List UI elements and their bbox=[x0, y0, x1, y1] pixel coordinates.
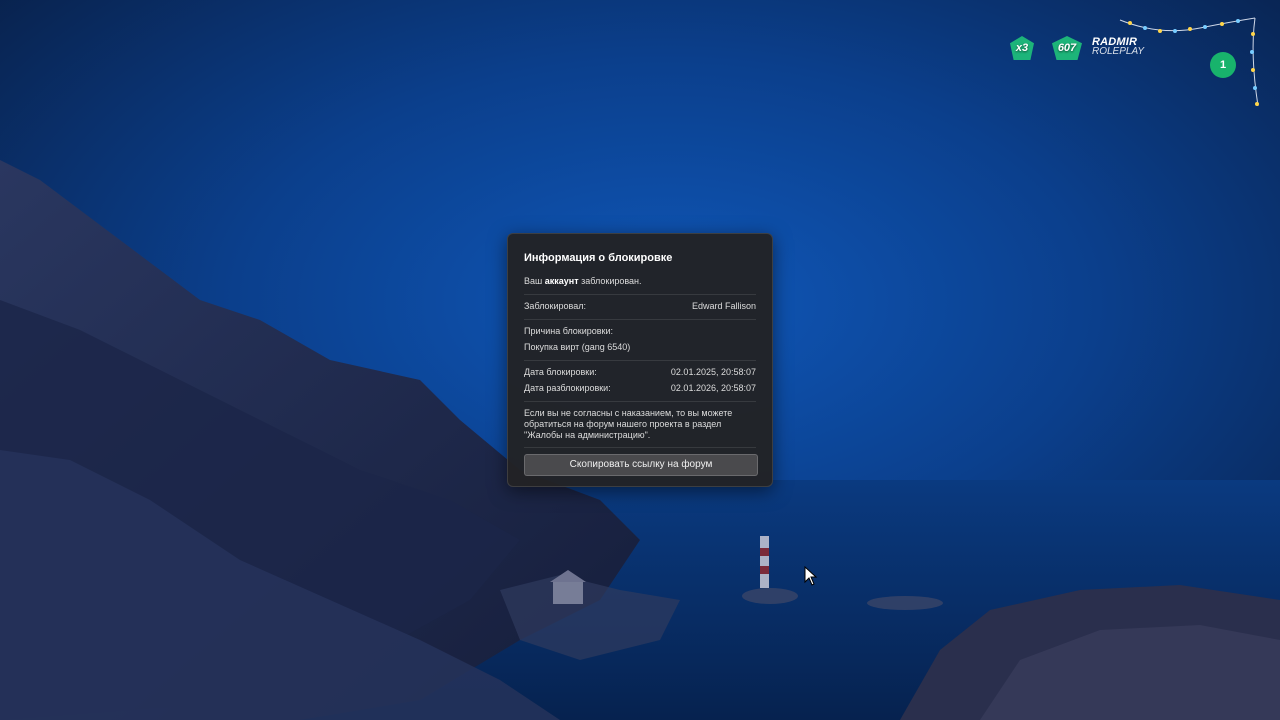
blocked-by-value: Edward Fallison bbox=[691, 301, 756, 311]
online-badge: 607 bbox=[1052, 36, 1082, 60]
reason-label: Причина блокировки: bbox=[524, 326, 614, 336]
logo-line2: ROLEPLAY bbox=[1092, 46, 1145, 57]
dialog-title: Информация о блокировке bbox=[524, 252, 673, 264]
multiplier-badge: x3 bbox=[1010, 36, 1034, 60]
ban-info-dialog: Информация о блокировке Ваш аккаунт забл… bbox=[507, 233, 773, 487]
divider bbox=[524, 319, 756, 320]
unblock-date-label: Дата разблокировки: bbox=[524, 383, 611, 393]
unblock-date-value: 02.01.2026, 20:58:07 bbox=[670, 383, 756, 393]
divider bbox=[524, 294, 756, 295]
note-line: "Жалобы на администрацию". bbox=[524, 430, 651, 440]
reason-value: Покупка вирт (gang 6540) bbox=[524, 342, 631, 352]
note-line: обратиться на форум нашего проекта в раз… bbox=[524, 419, 722, 429]
status-prefix: Ваш bbox=[524, 276, 543, 286]
divider bbox=[524, 360, 756, 361]
divider bbox=[524, 447, 756, 448]
online-count: 607 bbox=[1057, 42, 1077, 54]
block-date-label: Дата блокировки: bbox=[524, 367, 597, 377]
divider bbox=[524, 401, 756, 402]
appeal-note: Если вы не согласны с наказанием, то вы … bbox=[524, 408, 756, 441]
unblock-date-row: Дата разблокировки: 02.01.2026, 20:58:07 bbox=[524, 383, 756, 395]
blocked-by-row: Заблокировал: Edward Fallison bbox=[524, 301, 756, 313]
status-suffix: заблокирован. bbox=[581, 276, 642, 286]
account-status: Ваш аккаунт заблокирован. bbox=[524, 276, 756, 288]
hud-top-right: x3 607 RADMIR ROLEPLAY 1 bbox=[1010, 14, 1260, 114]
block-date-row: Дата блокировки: 02.01.2025, 20:58:07 bbox=[524, 367, 756, 379]
block-date-value: 02.01.2025, 20:58:07 bbox=[670, 367, 756, 377]
radmir-logo: RADMIR ROLEPLAY bbox=[1092, 36, 1144, 57]
server-number-badge: 1 bbox=[1210, 52, 1236, 78]
copy-forum-link-button[interactable]: Скопировать ссылку на форум bbox=[524, 454, 758, 476]
status-bold: аккаунт bbox=[544, 276, 579, 286]
note-line: Если вы не согласны с наказанием, то вы … bbox=[524, 408, 733, 418]
blocked-by-label: Заблокировал: bbox=[524, 301, 586, 311]
multiplier-text: x3 bbox=[1015, 42, 1029, 54]
mouse-cursor-icon bbox=[804, 566, 818, 586]
